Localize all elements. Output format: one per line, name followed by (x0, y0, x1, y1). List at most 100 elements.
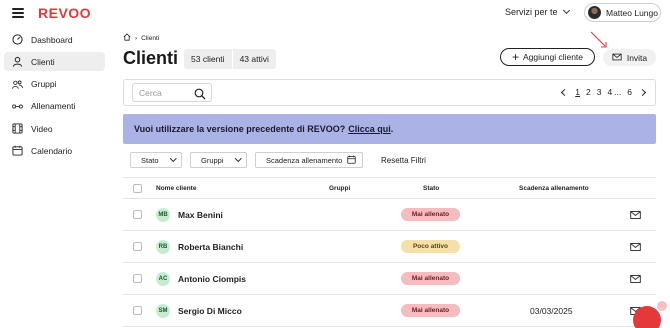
sidebar: Dashboard Clienti Gruppi Allenamenti Vid… (4, 30, 105, 164)
plus-icon: + (511, 49, 519, 64)
page-1[interactable]: 1 (575, 87, 580, 97)
client-name[interactable]: Antonio Ciompis (178, 274, 246, 284)
dumbbell-icon (12, 101, 23, 112)
mail-icon[interactable] (630, 274, 641, 283)
groups-filter-dropdown[interactable]: Gruppi (190, 152, 247, 168)
page-4[interactable]: 4 (607, 87, 612, 97)
user-icon (12, 56, 23, 68)
chevron-down-icon (234, 155, 241, 162)
table-row[interactable]: SM Sergio Di Micco Mai allenato 03/03/20… (123, 295, 656, 327)
revoo-logo[interactable]: REVOO (38, 5, 91, 21)
column-header-groups[interactable]: Gruppi (329, 185, 350, 192)
search-field[interactable] (132, 83, 212, 102)
state-filter-label: Stato (141, 155, 159, 165)
table-header: Nome cliente Gruppi Stato Scadenza allen… (123, 177, 656, 199)
column-header-expiry[interactable]: Scadenza allenamento (519, 185, 589, 192)
status-badge: Poco attivo (401, 240, 460, 253)
top-bar: REVOO Servizi per te Matteo Lungo (0, 0, 670, 26)
mail-icon[interactable] (630, 242, 641, 251)
column-header-state[interactable]: Stato (423, 185, 439, 192)
client-counts: 53 clienti 43 attivi (184, 49, 276, 69)
row-checkbox[interactable] (133, 274, 142, 283)
search-input[interactable] (139, 87, 189, 98)
page-6[interactable]: 6 (627, 87, 632, 97)
page-title: Clienti (123, 48, 179, 68)
sidebar-item-label: Clienti (31, 56, 55, 67)
page-ellipsis: ... (614, 87, 622, 97)
avatar: SM (156, 303, 170, 318)
total-clients-count: 53 clienti (191, 54, 225, 64)
gauge-icon (12, 34, 23, 45)
banner-suffix: . (390, 124, 394, 134)
add-client-label: Aggiungi cliente (523, 52, 584, 62)
select-all-checkbox[interactable] (133, 183, 142, 193)
services-label: Servizi per te (505, 7, 558, 17)
previous-page-icon[interactable] (561, 88, 569, 96)
hamburger-menu-icon[interactable] (12, 8, 24, 18)
clients-table: Nome cliente Gruppi Stato Scadenza allen… (123, 177, 656, 327)
sidebar-item-label: Allenamenti (31, 101, 76, 112)
sidebar-item-gruppi[interactable]: Gruppi (4, 75, 105, 94)
table-row[interactable]: AC Antonio Ciompis Mai allenato (123, 263, 656, 295)
breadcrumb: › Clienti (123, 33, 159, 43)
chat-notification-badge (656, 300, 668, 312)
expiry-date: 03/03/2025 (530, 305, 573, 316)
red-arrow-annotation (590, 31, 607, 48)
sidebar-item-label: Video (31, 123, 53, 134)
page-3[interactable]: 3 (597, 87, 602, 97)
next-page-icon[interactable] (638, 88, 647, 96)
user-name: Matteo Lungo (606, 7, 658, 18)
client-name[interactable]: Roberta Bianchi (178, 242, 243, 252)
add-client-button[interactable]: + Aggiungi cliente (500, 48, 595, 66)
chevron-down-icon (169, 155, 176, 162)
home-icon[interactable] (123, 33, 131, 43)
services-dropdown[interactable]: Servizi per te (505, 6, 570, 17)
user-menu-button[interactable]: Matteo Lungo (584, 3, 661, 22)
sidebar-item-calendario[interactable]: Calendario (4, 141, 105, 160)
avatar: AC (156, 271, 170, 286)
sidebar-item-video[interactable]: Video (4, 119, 105, 138)
page-2[interactable]: 2 (586, 87, 591, 97)
filters-bar: Stato Gruppi Scadenza allenamento Resett… (130, 152, 426, 168)
sidebar-item-label: Gruppi (31, 79, 57, 90)
avatar: RB (156, 239, 170, 254)
sidebar-item-dashboard[interactable]: Dashboard (4, 30, 105, 49)
breadcrumb-separator: › (135, 34, 138, 42)
column-header-name[interactable]: Nome cliente (156, 185, 196, 192)
row-checkbox[interactable] (133, 306, 142, 315)
calendar-icon (347, 155, 356, 166)
status-badge: Mai allenato (401, 272, 460, 285)
client-name[interactable]: Max Benini (178, 210, 223, 220)
group-icon (12, 79, 23, 90)
sidebar-item-allenamenti[interactable]: Allenamenti (4, 97, 105, 116)
calendar-icon (12, 145, 23, 157)
row-checkbox[interactable] (133, 242, 142, 251)
invite-icon (612, 53, 622, 63)
status-badge: Mai allenato (401, 208, 460, 221)
chevron-down-icon (562, 6, 570, 15)
sidebar-item-label: Calendario (31, 145, 73, 156)
state-filter-dropdown[interactable]: Stato (130, 152, 182, 168)
table-row[interactable]: RB Roberta Bianchi Poco attivo (123, 231, 656, 263)
film-icon (12, 123, 23, 134)
search-toolbar: 1 2 3 4 ... 6 (123, 79, 656, 106)
avatar: MB (156, 207, 170, 222)
status-badge: Mai allenato (401, 304, 460, 317)
invite-button[interactable]: Invita (603, 49, 656, 66)
row-checkbox[interactable] (133, 210, 142, 219)
search-icon[interactable] (194, 87, 206, 105)
banner-link[interactable]: Clicca qui (348, 124, 391, 134)
expiry-filter[interactable]: Scadenza allenamento (255, 152, 363, 168)
sidebar-item-clienti[interactable]: Clienti (4, 52, 105, 72)
groups-filter-label: Gruppi (201, 155, 224, 165)
table-row[interactable]: MB Max Benini Mai allenato (123, 199, 656, 231)
breadcrumb-current: Clienti (141, 34, 160, 42)
avatar (588, 6, 601, 19)
legacy-version-banner: Vuoi utilizzare la versione precedente d… (123, 114, 656, 144)
invite-label: Invita (626, 52, 648, 63)
mail-icon[interactable] (630, 210, 641, 219)
expiry-filter-label: Scadenza allenamento (266, 155, 343, 165)
client-name[interactable]: Sergio Di Micco (178, 306, 242, 316)
reset-filters-button[interactable]: Resetta Filtri (381, 156, 426, 165)
sidebar-item-label: Dashboard (31, 34, 73, 45)
